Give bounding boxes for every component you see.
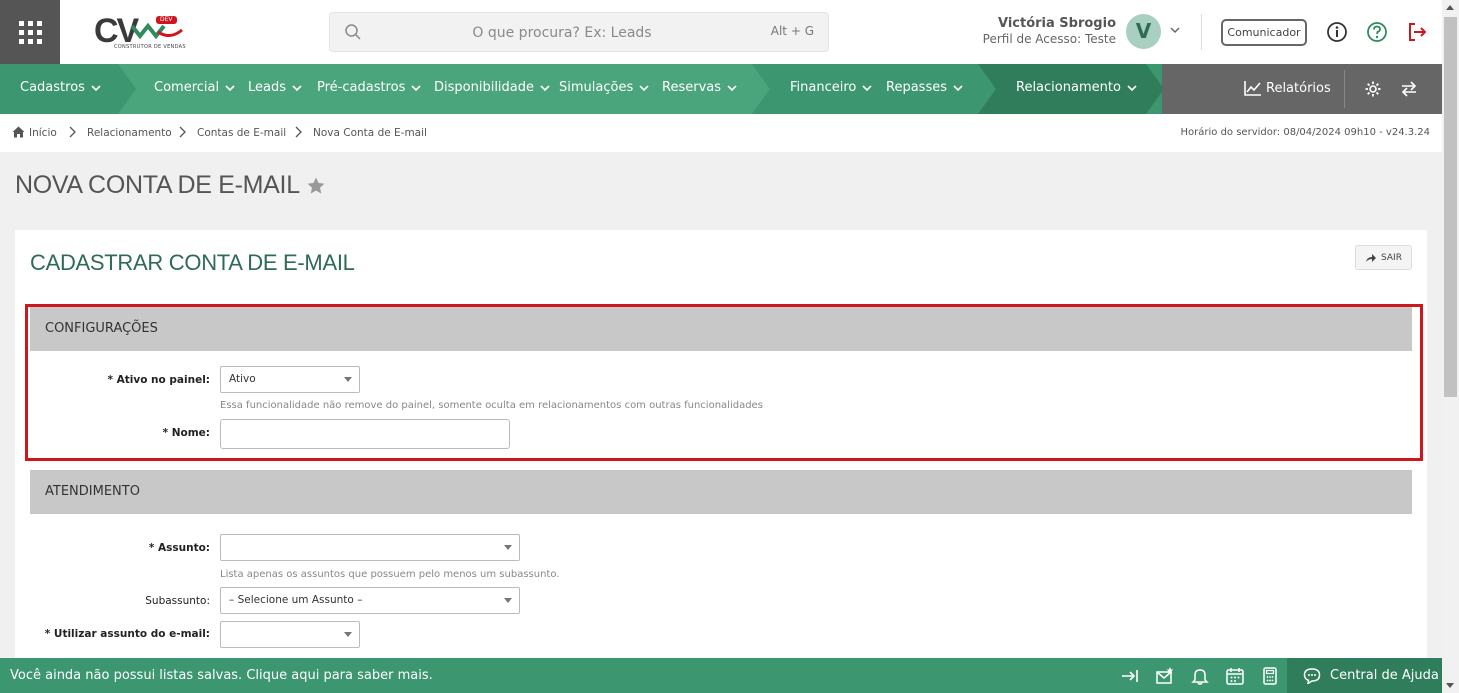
chevron-right-icon (295, 126, 302, 138)
logo-badge: DEV (156, 16, 177, 24)
highlight-box (25, 304, 1423, 461)
mail-notification-icon[interactable] (1155, 666, 1175, 686)
nav-right-area: Relatórios (1162, 64, 1442, 114)
nav-repasses[interactable]: Repasses (886, 80, 963, 95)
utilizar-assunto-label: * Utilizar assunto do e-mail: (44, 628, 210, 640)
nav-relatorios[interactable]: Relatórios (1242, 80, 1331, 96)
dropdown-caret-icon (504, 598, 512, 603)
subassunto-label: Subassunto: (145, 595, 210, 607)
divider (1201, 14, 1202, 50)
chat-bubble-icon (1303, 667, 1321, 684)
grid-icon (18, 20, 42, 44)
logout-icon[interactable] (1406, 21, 1428, 43)
page-title: NOVA CONTA DE E-MAIL (15, 171, 326, 200)
dropdown-caret-icon (504, 545, 512, 550)
chevron-right-icon (179, 126, 186, 138)
home-icon[interactable] (12, 126, 25, 138)
chevron-down-icon (1127, 84, 1137, 91)
scroll-down-icon[interactable] (1446, 683, 1454, 688)
chevron-down-icon (727, 84, 737, 91)
apps-menu-button[interactable] (0, 0, 60, 64)
chart-line-icon (1244, 81, 1261, 96)
comunicador-button[interactable]: Comunicador (1221, 19, 1307, 46)
help-center-button[interactable]: Central de Ajuda (1287, 658, 1442, 693)
assunto-label: * Assunto: (148, 542, 210, 554)
dropdown-caret-icon (344, 632, 352, 637)
chevron-down-icon[interactable] (1169, 24, 1181, 36)
assunto-help: Lista apenas os assuntos que possuem pel… (220, 569, 560, 580)
share-arrow-icon (1366, 253, 1377, 262)
saved-lists-message[interactable]: Você ainda não possui listas salvas. Cli… (10, 668, 433, 683)
nav-financeiro[interactable]: Financeiro (790, 80, 872, 95)
nav-leads[interactable]: Leads (248, 80, 302, 95)
logo-subtitle: CONSTRUTOR DE VENDAS (114, 44, 186, 50)
nav-simulacoes[interactable]: Simulações (559, 80, 649, 95)
exit-button[interactable]: SAIR (1355, 245, 1412, 270)
chevron-down-icon (540, 84, 550, 91)
bottom-bar: Você ainda não possui listas salvas. Cli… (0, 658, 1442, 693)
section-title: ATENDIMENTO (45, 484, 140, 499)
user-name: Victória Sbrogio (997, 16, 1116, 31)
chevron-down-icon (91, 84, 101, 91)
logo-wave-icon (130, 22, 183, 40)
calendar-icon[interactable] (1225, 666, 1245, 686)
bell-icon[interactable] (1190, 666, 1210, 686)
search-input[interactable] (372, 21, 752, 45)
user-info[interactable]: Victória Sbrogio Perfil de Acesso: Teste (960, 16, 1116, 46)
scroll-thumb[interactable] (1444, 17, 1457, 397)
nav-disponibilidade[interactable]: Disponibilidade (434, 80, 550, 95)
calculator-icon[interactable] (1260, 666, 1280, 686)
global-search[interactable]: Alt + G (329, 12, 829, 52)
top-header: CV DEV CONSTRUTOR DE VENDAS Alt + G Vict… (0, 0, 1442, 64)
chevron-down-icon (953, 84, 963, 91)
nav-relacionamento[interactable]: Relacionamento (1016, 80, 1137, 95)
nav-reservas[interactable]: Reservas (662, 80, 737, 95)
gear-icon[interactable] (1364, 80, 1382, 98)
breadcrumb-contas-email[interactable]: Contas de E-mail (197, 127, 286, 139)
main-nav: Cadastros Comercial Leads Pré-cadastros … (0, 64, 1442, 114)
breadcrumb-nova-conta: Nova Conta de E-mail (313, 127, 427, 139)
logo[interactable]: CV DEV CONSTRUTOR DE VENDAS (94, 12, 186, 54)
assunto-select[interactable] (220, 534, 520, 561)
section-atendimento: ATENDIMENTO (30, 470, 1412, 514)
info-icon[interactable] (1326, 21, 1348, 43)
user-role: Perfil de Acesso: Teste (982, 32, 1116, 46)
avatar[interactable]: V (1126, 14, 1161, 49)
expand-right-icon[interactable] (1120, 666, 1140, 686)
form-title: CADASTRAR CONTA DE E-MAIL (30, 250, 355, 275)
chevron-down-icon (292, 84, 302, 91)
search-shortcut: Alt + G (770, 24, 814, 38)
chevron-down-icon (639, 84, 649, 91)
chevron-right-icon (69, 126, 76, 138)
swap-icon[interactable] (1400, 80, 1418, 98)
chevron-down-icon (225, 84, 235, 91)
nav-pre-cadastros[interactable]: Pré-cadastros (317, 80, 421, 95)
subassunto-select[interactable]: – Selecione um Assunto – (220, 587, 520, 614)
chevron-down-icon (862, 84, 872, 91)
page-scrollbar[interactable] (1442, 0, 1459, 693)
page-title-text: NOVA CONTA DE E-MAIL (15, 171, 300, 199)
nav-cadastros[interactable]: Cadastros (20, 80, 101, 95)
utilizar-assunto-select[interactable] (220, 621, 360, 648)
breadcrumb: Início Relacionamento Contas de E-mail N… (0, 114, 1442, 152)
search-icon (345, 24, 361, 40)
chevron-down-icon (411, 84, 421, 91)
help-icon[interactable] (1366, 21, 1388, 43)
nav-comercial[interactable]: Comercial (154, 80, 235, 95)
server-time: Horário do servidor: 08/04/2024 09h10 - … (1180, 127, 1430, 138)
scroll-up-icon[interactable] (1446, 5, 1454, 10)
star-icon[interactable] (306, 176, 326, 196)
breadcrumb-inicio[interactable]: Início (29, 127, 57, 139)
divider (1344, 70, 1345, 108)
breadcrumb-relacionamento[interactable]: Relacionamento (87, 127, 172, 139)
